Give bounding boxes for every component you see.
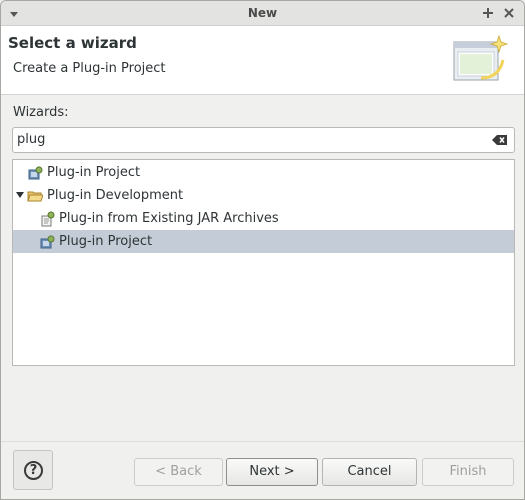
tree-item-plugin-from-jar[interactable]: Plug-in from Existing JAR Archives (13, 207, 514, 230)
page-description: Create a Plug-in Project (13, 61, 166, 76)
footer-divider (1, 441, 524, 442)
wizard-filter-input[interactable]: plug (12, 127, 515, 153)
help-icon: ? (24, 461, 43, 480)
tree-item-label: Plug-in Project (59, 234, 153, 249)
plugin-jar-icon (41, 211, 55, 227)
back-button[interactable]: < Back (134, 458, 223, 486)
page-title: Select a wizard (8, 34, 137, 52)
tree-item-label: Plug-in Project (47, 165, 141, 180)
plugin-project-icon (40, 235, 55, 249)
tree-item-plugin-project[interactable]: Plug-in Project (13, 161, 514, 184)
cancel-button[interactable]: Cancel (322, 458, 417, 486)
tree-item-label: Plug-in Development (47, 188, 184, 203)
plugin-project-icon (28, 166, 43, 180)
next-button[interactable]: Next > (226, 458, 318, 486)
plus-icon[interactable] (480, 5, 496, 21)
title-bar: New (1, 1, 524, 26)
new-wizard-dialog: New Select a wizard Create a Plug-in Pro… (0, 0, 525, 500)
finish-button[interactable]: Finish (422, 458, 514, 486)
clear-text-icon[interactable] (492, 134, 508, 146)
tree-item-plugin-project-dev[interactable]: Plug-in Project (13, 230, 514, 253)
wizard-tree[interactable]: Plug-in Project Plug-in Development Plug… (12, 159, 515, 366)
wizards-label: Wizards: (13, 105, 69, 120)
close-icon[interactable] (501, 5, 517, 21)
wizard-header: Select a wizard Create a Plug-in Project (1, 26, 524, 95)
new-wizard-banner-icon (453, 34, 509, 81)
tree-item-label: Plug-in from Existing JAR Archives (59, 211, 279, 226)
tree-item-plugin-development[interactable]: Plug-in Development (13, 184, 514, 207)
filter-value[interactable]: plug (17, 132, 45, 147)
window-title: New (247, 6, 278, 20)
help-button[interactable]: ? (13, 450, 53, 490)
folder-open-icon (27, 191, 43, 202)
expanded-arrow-icon[interactable] (16, 192, 24, 198)
